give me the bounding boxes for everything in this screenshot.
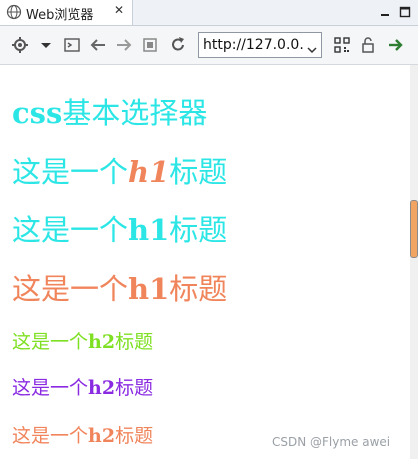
heading-h2-green: 这是一个h2标题 — [12, 331, 154, 353]
scrollbar-track[interactable] — [410, 65, 418, 459]
dropdown-icon[interactable] — [36, 35, 56, 55]
maximize-icon[interactable] — [398, 4, 412, 18]
globe-icon — [6, 4, 22, 24]
page-content: css基本选择器 这是一个h1标题 这是一个h1标题 这是一个h1标题 这是一个… — [0, 65, 410, 459]
heading-css-selectors: css基本选择器 — [12, 96, 208, 130]
heading-h2-coral: 这是一个h2标题 — [12, 425, 154, 447]
heading-h1-coral: 这是一个h1标题 — [12, 272, 228, 306]
devtools-icon[interactable] — [62, 35, 82, 55]
minimize-icon[interactable] — [378, 4, 392, 18]
lock-icon[interactable] — [358, 35, 378, 55]
heading-h1-italic: 这是一个h1标题 — [12, 155, 228, 189]
url-input[interactable]: http://127.0.0.0 — [203, 37, 303, 53]
scrollbar-thumb[interactable] — [410, 200, 418, 258]
heading-h2-purple: 这是一个h2标题 — [12, 377, 154, 399]
chevron-down-icon[interactable] — [306, 40, 318, 59]
forward-icon[interactable] — [114, 35, 134, 55]
refresh-icon[interactable] — [168, 35, 188, 55]
qr-icon[interactable] — [332, 35, 352, 55]
stop-icon[interactable] — [140, 35, 160, 55]
tab-title: Web浏览器 — [26, 8, 94, 23]
back-icon[interactable] — [88, 35, 108, 55]
heading-h1-cyan: 这是一个h1标题 — [12, 213, 228, 247]
go-icon[interactable] — [386, 35, 406, 55]
close-icon[interactable]: ✕ — [114, 3, 124, 17]
watermark: CSDN @Flyme awei — [272, 435, 391, 449]
gear-icon[interactable] — [10, 35, 30, 55]
address-bar[interactable]: http://127.0.0.0 — [198, 32, 322, 58]
browser-toolbar: http://127.0.0.0 — [0, 26, 418, 65]
tab-bar: Web浏览器 ✕ — [0, 0, 418, 26]
browser-tab[interactable]: Web浏览器 ✕ — [0, 0, 133, 25]
